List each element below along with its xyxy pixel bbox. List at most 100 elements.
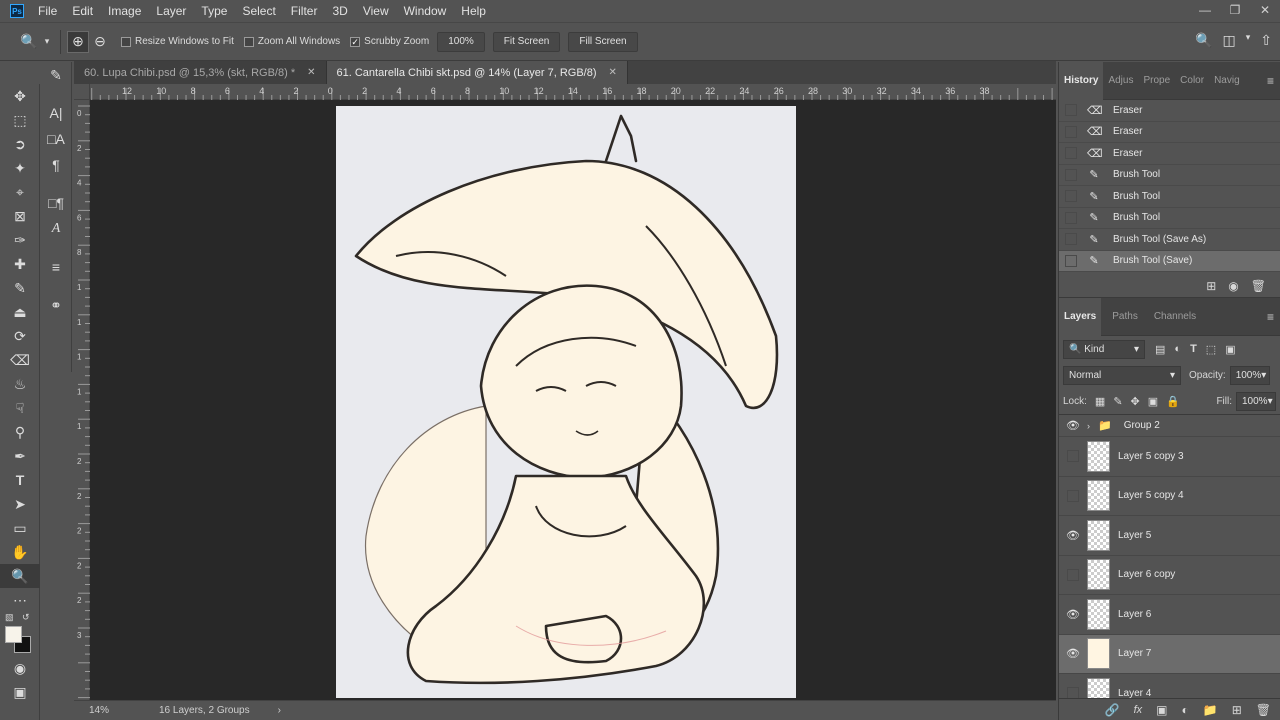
eye-icon[interactable]: 👁 xyxy=(1066,419,1080,432)
adjustment-filter-icon[interactable]: ◐ xyxy=(1174,343,1181,356)
blend-mode-select[interactable]: Normal ▾ xyxy=(1063,365,1181,385)
menu-help[interactable]: Help xyxy=(461,4,486,18)
fill-field[interactable]: 100% ▾ xyxy=(1236,391,1276,411)
panel-menu-icon[interactable]: ≡ xyxy=(1267,74,1274,88)
swap-colors-icon[interactable]: ↺ xyxy=(22,612,30,623)
fill-screen-button[interactable]: Fill Screen xyxy=(568,31,638,52)
canvas-area[interactable] xyxy=(90,100,1056,700)
paragraph-panel-icon[interactable]: ¶ xyxy=(40,152,72,178)
history-brush-source[interactable] xyxy=(1065,104,1077,117)
delete-state-icon[interactable]: 🗑 xyxy=(1251,279,1266,293)
menu-edit[interactable]: Edit xyxy=(72,4,93,18)
layer-row[interactable]: Layer 5 copy 4 xyxy=(1059,477,1280,516)
smudge-tool-icon[interactable]: ☟ xyxy=(0,396,40,420)
history-brush-source[interactable] xyxy=(1065,211,1077,224)
new-group-icon[interactable]: 📁 xyxy=(1203,703,1218,717)
eye-slot[interactable]: 👁 xyxy=(1059,608,1087,621)
marquee-tool-icon[interactable]: ⬚ xyxy=(0,108,40,132)
type-filter-icon[interactable]: T xyxy=(1190,343,1197,356)
status-menu-arrow[interactable]: › xyxy=(278,705,281,716)
tab-navigator[interactable]: Navig xyxy=(1209,62,1245,100)
stamp-tool-icon[interactable]: ⏏ xyxy=(0,300,40,324)
zoom-level[interactable]: 14% xyxy=(89,705,149,716)
tab-channels[interactable]: Channels xyxy=(1149,298,1201,336)
lock-transparent-icon[interactable]: ▦ xyxy=(1095,395,1105,408)
tab-paths[interactable]: Paths xyxy=(1107,298,1143,336)
path-select-tool-icon[interactable]: ➤ xyxy=(0,492,40,516)
history-brush-source[interactable] xyxy=(1065,147,1077,160)
menu-select[interactable]: Select xyxy=(242,4,275,18)
history-brush-source[interactable] xyxy=(1065,233,1077,246)
panel-menu-icon[interactable]: ≡ xyxy=(1267,310,1274,324)
default-colors-icon[interactable]: ▧ xyxy=(5,612,14,623)
layer-mask-icon[interactable]: ▣ xyxy=(1156,703,1167,717)
eye-slot[interactable]: 👁 xyxy=(1059,529,1087,542)
menu-file[interactable]: File xyxy=(38,4,57,18)
eye-icon[interactable]: 👁 xyxy=(1066,608,1080,621)
fit-screen-button[interactable]: Fit Screen xyxy=(492,31,561,52)
dodge-tool-icon[interactable]: ⚲ xyxy=(0,420,40,444)
eye-slot[interactable] xyxy=(1059,568,1087,581)
character-panel-icon[interactable]: A| xyxy=(40,100,72,126)
horizontal-ruler[interactable]: 12 10 8 6 4 2 0 2 4 6 8 10 12 14 16 18 20 22 24 26 28 30 32 34 3… xyxy=(90,84,1056,100)
menu-view[interactable]: View xyxy=(363,4,389,18)
brush-settings-icon[interactable]: ✎ xyxy=(40,62,72,88)
workspace-icon[interactable]: ◫ xyxy=(1223,32,1236,49)
move-tool-icon[interactable]: ✥ xyxy=(0,84,40,108)
screen-mode-icon[interactable]: ▣ xyxy=(0,680,40,704)
zoom-out-icon[interactable]: ⊖ xyxy=(89,31,111,53)
search-icon[interactable]: 🔍 xyxy=(1195,32,1212,49)
layer-row[interactable]: 👁 Layer 7 xyxy=(1059,634,1280,674)
brush-tool-icon[interactable]: ✎ xyxy=(0,276,40,300)
minimize-button[interactable]: — xyxy=(1190,0,1220,20)
menu-window[interactable]: Window xyxy=(404,4,447,18)
visibility-toggle[interactable] xyxy=(1067,568,1079,581)
zoom-tool-preset-icon[interactable]: 🔍 xyxy=(18,31,40,53)
shape-filter-icon[interactable]: ⬚ xyxy=(1206,343,1216,356)
history-brush-source[interactable] xyxy=(1065,254,1077,267)
type-tool-icon[interactable]: T xyxy=(0,468,40,492)
quick-mask-icon[interactable]: ◉ xyxy=(0,656,40,680)
menu-type[interactable]: Type xyxy=(201,4,227,18)
restore-button[interactable]: ❐ xyxy=(1220,0,1250,20)
paragraph-styles-icon[interactable]: □¶ xyxy=(40,190,72,216)
history-state[interactable]: ⌫ Eraser xyxy=(1059,143,1280,165)
lock-all-icon[interactable]: 🔒 xyxy=(1166,395,1180,408)
visibility-toggle[interactable] xyxy=(1067,450,1079,463)
eraser-tool-icon[interactable]: ⌫ xyxy=(0,348,40,372)
layer-group-row[interactable]: 👁 › 📁 Group 2 xyxy=(1059,415,1280,437)
menu-3d[interactable]: 3D xyxy=(332,4,347,18)
eye-slot[interactable] xyxy=(1059,489,1087,502)
visibility-toggle[interactable] xyxy=(1067,489,1079,502)
pixel-filter-icon[interactable]: ▤ xyxy=(1155,343,1165,356)
history-brush-source[interactable] xyxy=(1065,125,1077,138)
smart-object-filter-icon[interactable]: ▣ xyxy=(1225,343,1235,356)
zoom-tool-icon[interactable]: 🔍 xyxy=(0,564,40,588)
more-tools-icon[interactable]: ⋯ xyxy=(0,588,40,612)
pen-tool-icon[interactable]: ✒ xyxy=(0,444,40,468)
create-snapshot-icon[interactable]: ◉ xyxy=(1228,279,1238,293)
history-state[interactable]: ✎ Brush Tool (Save) xyxy=(1059,250,1280,272)
eye-slot[interactable]: 👁 xyxy=(1059,419,1087,432)
adjustment-layer-icon[interactable]: ◐ xyxy=(1182,703,1189,717)
eye-slot[interactable] xyxy=(1059,450,1087,463)
layer-row[interactable]: Layer 6 copy xyxy=(1059,556,1280,595)
chevron-right-icon[interactable]: › xyxy=(1087,421,1090,431)
opacity-field[interactable]: 100% ▾ xyxy=(1229,365,1270,385)
layer-row[interactable]: Layer 5 copy 3 xyxy=(1059,437,1280,477)
quick-select-tool-icon[interactable]: ✦ xyxy=(0,156,40,180)
link-layers-icon[interactable]: 🔗 xyxy=(1105,703,1120,717)
lock-position-icon[interactable]: ✥ xyxy=(1131,395,1140,408)
eye-icon[interactable]: 👁 xyxy=(1066,647,1080,660)
eyedropper-tool-icon[interactable]: ✑ xyxy=(0,228,40,252)
rectangle-tool-icon[interactable]: ▭ xyxy=(0,516,40,540)
scrubby-zoom-checkbox[interactable]: ✓ Scrubby Zoom xyxy=(350,36,429,47)
adjustments-panel-icon[interactable]: ≡ xyxy=(40,254,72,280)
history-state[interactable]: ✎ Brush Tool xyxy=(1059,186,1280,208)
history-brush-source[interactable] xyxy=(1065,190,1077,203)
delete-layer-icon[interactable]: 🗑 xyxy=(1256,703,1271,717)
menu-filter[interactable]: Filter xyxy=(291,4,318,18)
glyphs-panel-icon[interactable]: A xyxy=(40,216,72,242)
tab-layers[interactable]: Layers xyxy=(1059,297,1102,336)
chevron-down-icon[interactable]: ▾ xyxy=(40,31,54,53)
